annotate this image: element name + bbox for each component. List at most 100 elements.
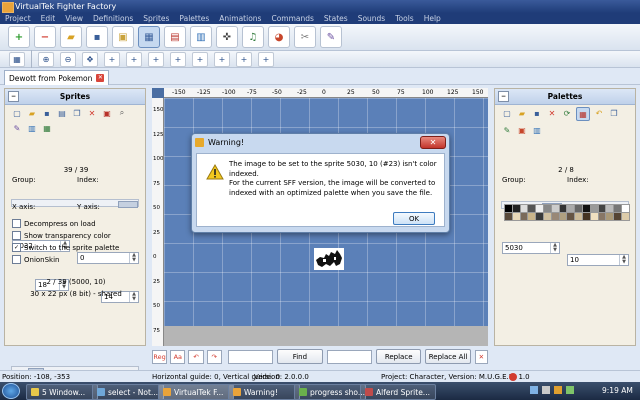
state-editor-icon[interactable]: ▥ [190,26,212,48]
undo-icon[interactable]: ↶ [188,349,204,364]
save-icon[interactable]: ▪ [86,26,108,48]
align-bl-icon[interactable]: + [214,51,230,67]
close-tab-icon[interactable]: ✕ [96,74,105,82]
task-item[interactable]: progress sho... [294,384,366,400]
align-l-icon[interactable]: + [170,51,186,67]
ok-button[interactable]: OK [393,212,435,225]
align-t-icon[interactable]: + [126,51,142,67]
task-item[interactable]: Alferd Sprite... [360,384,436,400]
spin-arrows-icon[interactable]: ▲ ▼ [619,255,628,265]
lock-icon[interactable]: ▣ [112,26,134,48]
decompress-checkbox[interactable]: Decompress on load [12,219,142,228]
regex-toggle[interactable]: Reg [152,349,168,364]
start-button[interactable] [2,383,20,399]
sprite-editor-icon[interactable]: ▦ [138,26,160,48]
eyedropper-icon[interactable]: ✎ [501,124,513,136]
axis-icon[interactable]: ▦ [9,51,25,67]
tools-icon[interactable]: ✂ [294,26,316,48]
find-sprite-icon[interactable]: ⌕ [116,107,128,119]
new-icon[interactable]: + [8,26,30,48]
crop-sprite-icon[interactable]: ▣ [101,107,113,119]
export-palette-icon[interactable]: ▥ [531,124,543,136]
align-r-icon[interactable]: + [192,51,208,67]
menu-tools[interactable]: Tools [390,13,418,24]
align-b-icon[interactable]: + [236,51,252,67]
menu-project[interactable]: Project [0,13,36,24]
menu-definitions[interactable]: Definitions [88,13,138,24]
palette-swatch[interactable] [621,212,630,221]
task-item[interactable]: VirtualTek F... [158,384,234,400]
collapse-icon[interactable]: − [8,91,19,102]
sound-editor-icon[interactable]: ♫ [242,26,264,48]
collapse-icon[interactable]: − [498,91,509,102]
replace-button[interactable]: Replace [376,349,422,364]
checkbox-box[interactable] [12,231,21,240]
palette-grid-icon[interactable]: ▦ [576,107,590,121]
menu-view[interactable]: View [60,13,88,24]
command-editor-icon[interactable]: ✜ [216,26,238,48]
task-item[interactable]: 5 Window... [26,384,98,400]
delete-sprite-icon[interactable]: ✕ [86,107,98,119]
align-tr-icon[interactable]: + [148,51,164,67]
switch-palette-checkbox[interactable]: ✓ Switch to the sprite palette [12,243,142,252]
replace-input[interactable] [326,349,372,364]
replace-sprite-icon[interactable]: ▥ [26,122,38,134]
save-palette-icon[interactable]: ▪ [531,107,543,119]
align-tl-icon[interactable]: + [104,51,120,67]
palette-index-input[interactable]: 10 ▲ ▼ [567,254,629,266]
replace-all-button[interactable]: Replace All [425,349,471,364]
menu-animations[interactable]: Animations [214,13,266,24]
spin-arrows-icon[interactable]: ▲ ▼ [550,243,559,253]
palette-swatches[interactable] [504,204,630,222]
transparency-checkbox[interactable]: Show transparency color [12,231,142,240]
close-icon[interactable]: − [34,26,56,48]
copy-sprite-icon[interactable]: ❐ [71,107,83,119]
open-sprite-icon[interactable]: ▰ [26,107,38,119]
network-icon[interactable] [530,386,538,394]
open-icon[interactable]: ▰ [60,26,82,48]
dialog-close-button[interactable]: ✕ [420,136,446,149]
refresh-palette-icon[interactable]: ⟳ [561,107,573,119]
edit-sprite-icon[interactable]: ✎ [11,122,23,134]
checkbox-box[interactable] [12,255,21,264]
menu-states[interactable]: States [319,13,353,24]
volume-icon[interactable] [542,386,550,394]
new-palette-icon[interactable]: ▢ [501,107,513,119]
checkbox-box-checked[interactable]: ✓ [12,243,21,252]
redo-icon[interactable]: ↷ [206,349,222,364]
find-button[interactable]: Find [277,349,323,364]
close-search-icon[interactable]: ✕ [474,349,488,364]
zoom-in-icon[interactable]: ⊕ [38,51,54,67]
checkbox-box[interactable] [12,219,21,228]
save-sprite-icon[interactable]: ▪ [41,107,53,119]
move-icon[interactable]: ✥ [82,51,98,67]
align-br-icon[interactable]: + [258,51,274,67]
alert-icon[interactable] [554,386,562,394]
palette-group-input[interactable]: 5030 ▲ ▼ [502,242,560,254]
new-sprite-icon[interactable]: ▢ [11,107,23,119]
task-item[interactable]: select - Not... [92,384,164,400]
match-case-toggle[interactable]: Aa [170,349,186,364]
palette-editor-icon[interactable]: ◕ [268,26,290,48]
menu-sprites[interactable]: Sprites [138,13,174,24]
export-sprite-icon[interactable]: ▤ [56,107,68,119]
onionskin-checkbox[interactable]: OnionSkin [12,255,142,264]
find-input[interactable] [227,349,274,364]
menu-help[interactable]: Help [419,13,446,24]
scrollbar-thumb[interactable] [118,201,138,208]
open-palette-icon[interactable]: ▰ [516,107,528,119]
zoom-out-icon[interactable]: ⊖ [60,51,76,67]
clock[interactable]: 9:19 AM [602,386,633,395]
delete-palette-icon[interactable]: ✕ [546,107,558,119]
battery-icon[interactable] [566,386,574,394]
animation-editor-icon[interactable]: ▤ [164,26,186,48]
menu-palettes[interactable]: Palettes [174,13,214,24]
options-icon[interactable]: ✎ [320,26,342,48]
task-item[interactable]: Warning! [228,384,300,400]
import-palette-icon[interactable]: ▣ [516,124,528,136]
menu-edit[interactable]: Edit [36,13,61,24]
import-sprite-icon[interactable]: ▦ [41,122,53,134]
tab-document[interactable]: Dewott from Pokemon ✕ [4,70,110,85]
sprite-preview[interactable] [314,248,344,270]
undo-palette-icon[interactable]: ↶ [593,107,605,119]
